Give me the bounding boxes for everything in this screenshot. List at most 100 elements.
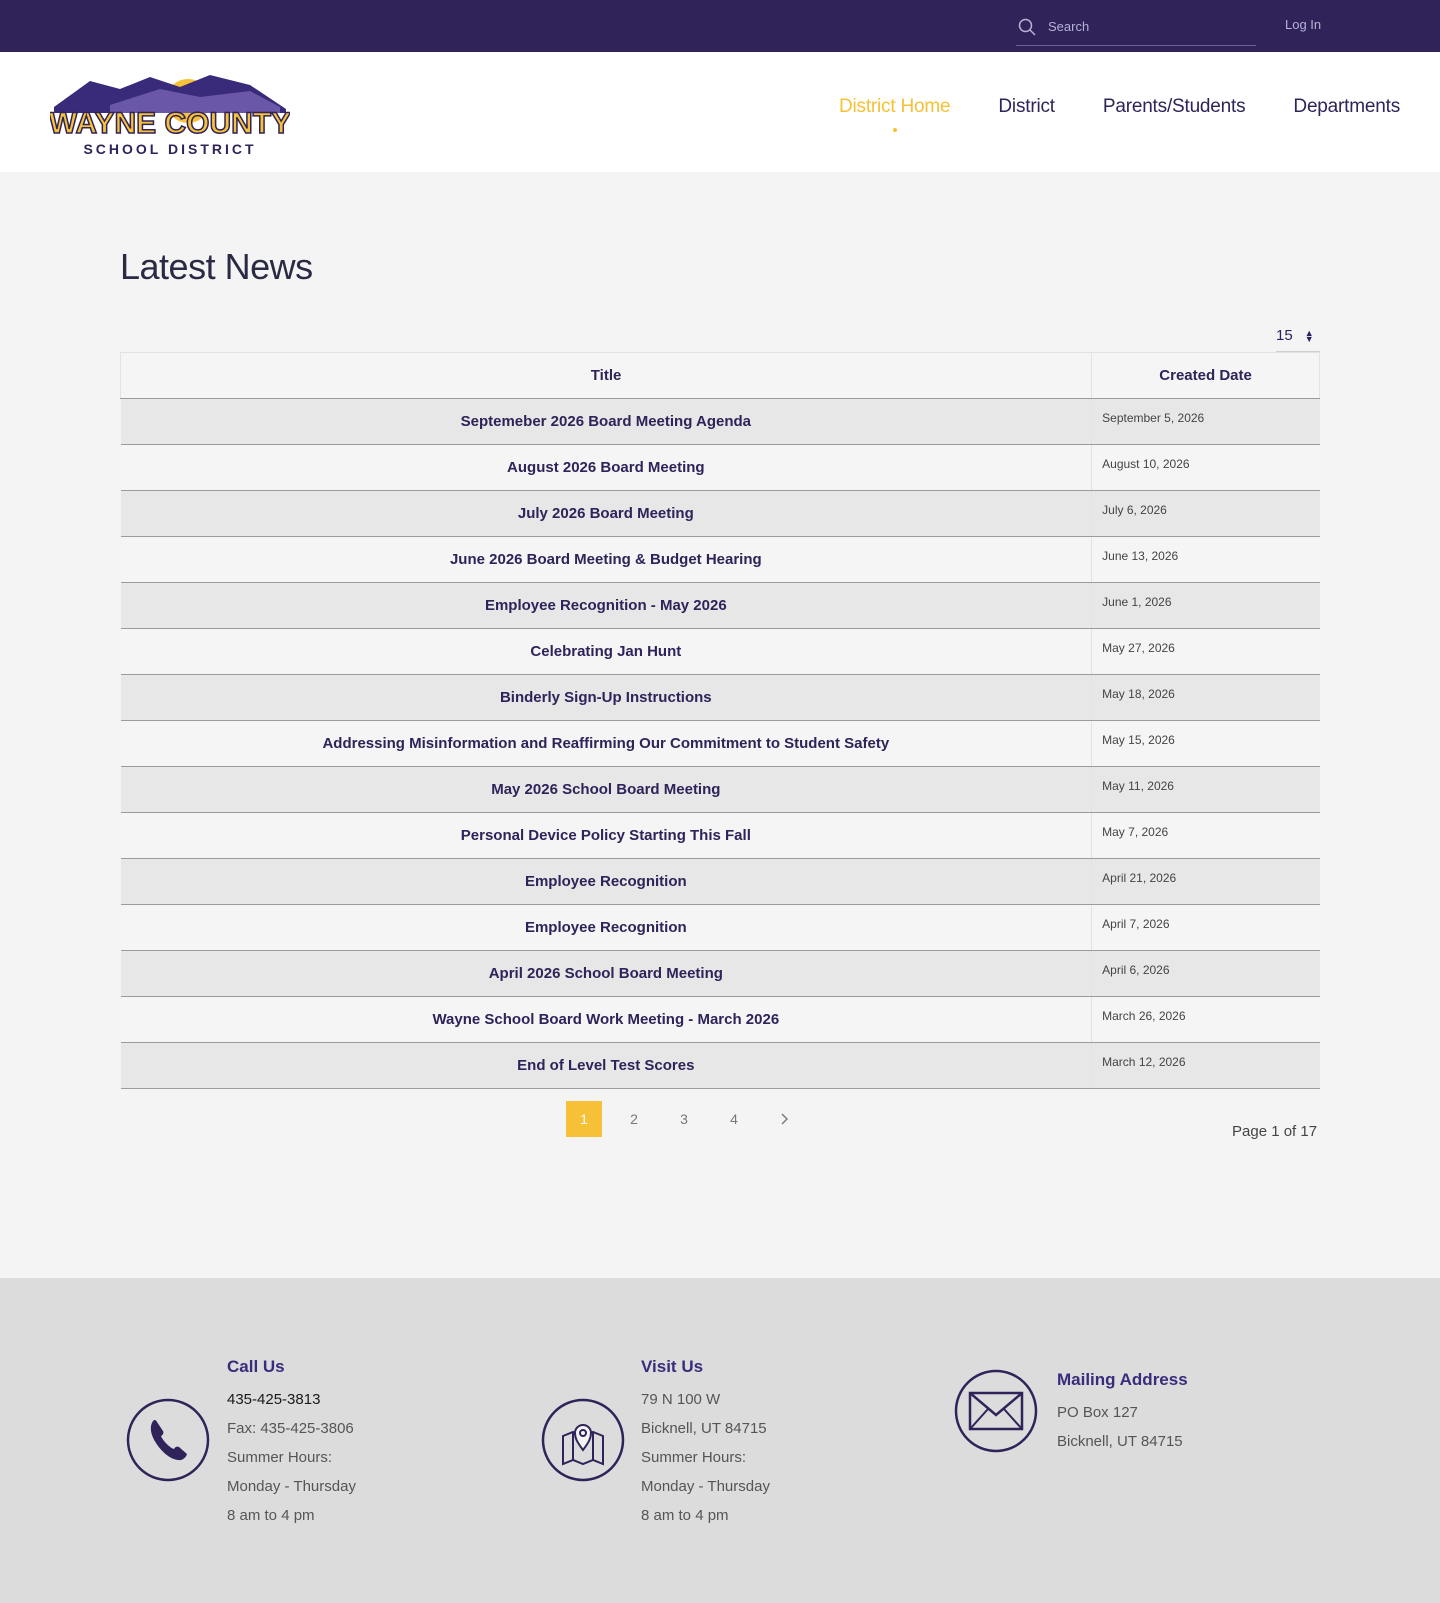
map-pin-icon [541,1398,625,1482]
po-box: PO Box 127 [1057,1404,1138,1421]
news-title-link[interactable]: July 2026 Board Meeting [518,505,694,522]
svg-text:WAYNE COUNTY: WAYNE COUNTY [50,107,290,140]
page-size-select[interactable]: 15 ▲ ▼ [1276,320,1320,352]
hours-time: 8 am to 4 pm [227,1507,315,1524]
news-title-link[interactable]: June 2026 Board Meeting & Budget Hearing [450,551,762,568]
hours-label: Summer Hours: [227,1449,333,1466]
sort-arrows-icon: ▲ ▼ [1304,327,1314,344]
news-title-cell: Employee Recognition [120,858,1093,905]
mailing-address-section: Mailing Address PO Box 127 Bicknell, UT … [1057,1370,1188,1456]
news-title-cell: End of Level Test Scores [120,1042,1093,1089]
nav-item-parents-students[interactable]: Parents/Students [1103,96,1246,118]
page-title: Latest News [120,246,313,287]
news-title-link[interactable]: Employee Recognition [525,873,687,890]
hours-time: 8 am to 4 pm [641,1507,729,1524]
news-date-cell: September 5, 2026 [1091,398,1320,445]
fax-number: Fax: 435-425-3806 [227,1420,354,1437]
page-button-3[interactable]: 3 [666,1101,702,1137]
city-address: Bicknell, UT 84715 [641,1420,767,1437]
search-icon[interactable] [1018,18,1036,36]
news-date-cell: April 7, 2026 [1091,904,1320,951]
call-us-heading: Call Us [227,1357,285,1376]
table-row: May 2026 School Board Meeting May 11, 202… [120,766,1320,813]
site-header: WAYNE COUNTY SCHOOL DISTRICT District Ho… [0,52,1440,172]
table-row: August 2026 Board Meeting August 10, 2026 [120,444,1320,491]
call-us-section: Call Us 435-425-3813 Fax: 435-425-3806 S… [227,1357,356,1530]
news-title-cell: July 2026 Board Meeting [120,490,1093,537]
mail-city: Bicknell, UT 84715 [1057,1433,1183,1450]
news-date-cell: May 11, 2026 [1091,766,1320,813]
news-title-cell: Celebrating Jan Hunt [120,628,1093,675]
news-title-cell: Binderly Sign-Up Instructions [120,674,1093,721]
news-date-cell: June 13, 2026 [1091,536,1320,583]
page-button-1[interactable]: 1 [566,1101,602,1137]
news-title-link[interactable]: Wayne School Board Work Meeting - March … [432,1011,779,1028]
page-button-4[interactable]: 4 [716,1101,752,1137]
news-title-link[interactable]: Personal Device Policy Starting This Fal… [461,827,751,844]
page-button-2[interactable]: 2 [616,1101,652,1137]
news-title-cell: Personal Device Policy Starting This Fal… [120,812,1093,859]
news-date-cell: May 15, 2026 [1091,720,1320,767]
table-row: Septemeber 2026 Board Meeting Agenda Sept… [120,398,1320,445]
news-date-cell: March 12, 2026 [1091,1042,1320,1089]
table-row: Addressing Misinformation and Reaffirmin… [120,720,1320,767]
news-date-cell: August 10, 2026 [1091,444,1320,491]
news-title-link[interactable]: Celebrating Jan Hunt [530,643,681,660]
news-title-cell: August 2026 Board Meeting [120,444,1093,491]
table-row: Wayne School Board Work Meeting - March … [120,996,1320,1043]
news-title-cell: June 2026 Board Meeting & Budget Hearing [120,536,1093,583]
top-utility-bar: Log In [0,0,1440,52]
table-row: Celebrating Jan Hunt May 27, 2026 [120,628,1320,675]
news-title-link[interactable]: Binderly Sign-Up Instructions [500,689,712,706]
news-title-link[interactable]: August 2026 Board Meeting [507,459,705,476]
news-date-cell: May 27, 2026 [1091,628,1320,675]
svg-text:SCHOOL DISTRICT: SCHOOL DISTRICT [83,141,256,157]
table-row: End of Level Test Scores March 12, 2026 [120,1042,1320,1089]
news-title-link[interactable]: May 2026 School Board Meeting [491,781,720,798]
visit-us-heading: Visit Us [641,1357,704,1376]
pagination: 1 2 3 4 [566,1101,816,1137]
login-link[interactable]: Log In [1285,17,1321,32]
news-title-cell: April 2026 School Board Meeting [120,950,1093,997]
news-title-cell: May 2026 School Board Meeting [120,766,1093,813]
news-title-cell: Addressing Misinformation and Reaffirmin… [120,720,1093,767]
site-footer: Call Us 435-425-3813 Fax: 435-425-3806 S… [0,1278,1440,1603]
news-title-link[interactable]: Employee Recognition - May 2026 [485,597,727,614]
news-date-cell: July 6, 2026 [1091,490,1320,537]
created-date-column-header[interactable]: Created Date [1091,352,1320,399]
search-box [1016,8,1256,46]
phone-number-link[interactable]: 435-425-3813 [227,1385,356,1414]
news-title-link[interactable]: Addressing Misinformation and Reaffirmin… [322,735,889,752]
visit-us-section: Visit Us 79 N 100 W Bicknell, UT 84715 S… [641,1357,770,1530]
district-logo[interactable]: WAYNE COUNTY SCHOOL DISTRICT [48,67,292,159]
hours-days: Monday - Thursday [227,1478,356,1495]
news-date-cell: April 21, 2026 [1091,858,1320,905]
chevron-right-icon[interactable] [766,1101,802,1137]
search-input[interactable] [1048,19,1238,34]
news-date-cell: May 7, 2026 [1091,812,1320,859]
news-title-cell: Employee Recognition - May 2026 [120,582,1093,629]
logo-graphic: WAYNE COUNTY SCHOOL DISTRICT [48,75,292,157]
title-column-header[interactable]: Title [119,352,1093,399]
street-address: 79 N 100 W [641,1391,721,1408]
news-date-cell: June 1, 2026 [1091,582,1320,629]
table-row: Employee Recognition - May 2026 June 1, 2… [120,582,1320,629]
main-nav: District Home District Parents/Students … [791,96,1400,132]
news-title-cell: Wayne School Board Work Meeting - March … [120,996,1093,1043]
news-table-body: Septemeber 2026 Board Meeting Agenda Sept… [120,398,1320,1089]
nav-item-district-home[interactable]: District Home [839,96,951,132]
news-title-link[interactable]: Employee Recognition [525,919,687,936]
news-title-cell: Septemeber 2026 Board Meeting Agenda [120,398,1093,445]
news-title-link[interactable]: Septemeber 2026 Board Meeting Agenda [461,413,751,430]
page-summary: Page 1 of 17 [1232,1123,1318,1140]
hours-days: Monday - Thursday [641,1478,770,1495]
nav-item-district[interactable]: District [998,96,1055,118]
nav-item-departments[interactable]: Departments [1293,96,1400,118]
phone-icon [126,1398,210,1482]
table-row: Binderly Sign-Up Instructions May 18, 202… [120,674,1320,721]
news-title-link[interactable]: April 2026 School Board Meeting [489,965,723,982]
table-row: Personal Device Policy Starting This Fal… [120,812,1320,859]
news-title-link[interactable]: End of Level Test Scores [517,1057,694,1074]
page-size-value: 15 [1276,327,1293,344]
news-title-cell: Employee Recognition [120,904,1093,951]
